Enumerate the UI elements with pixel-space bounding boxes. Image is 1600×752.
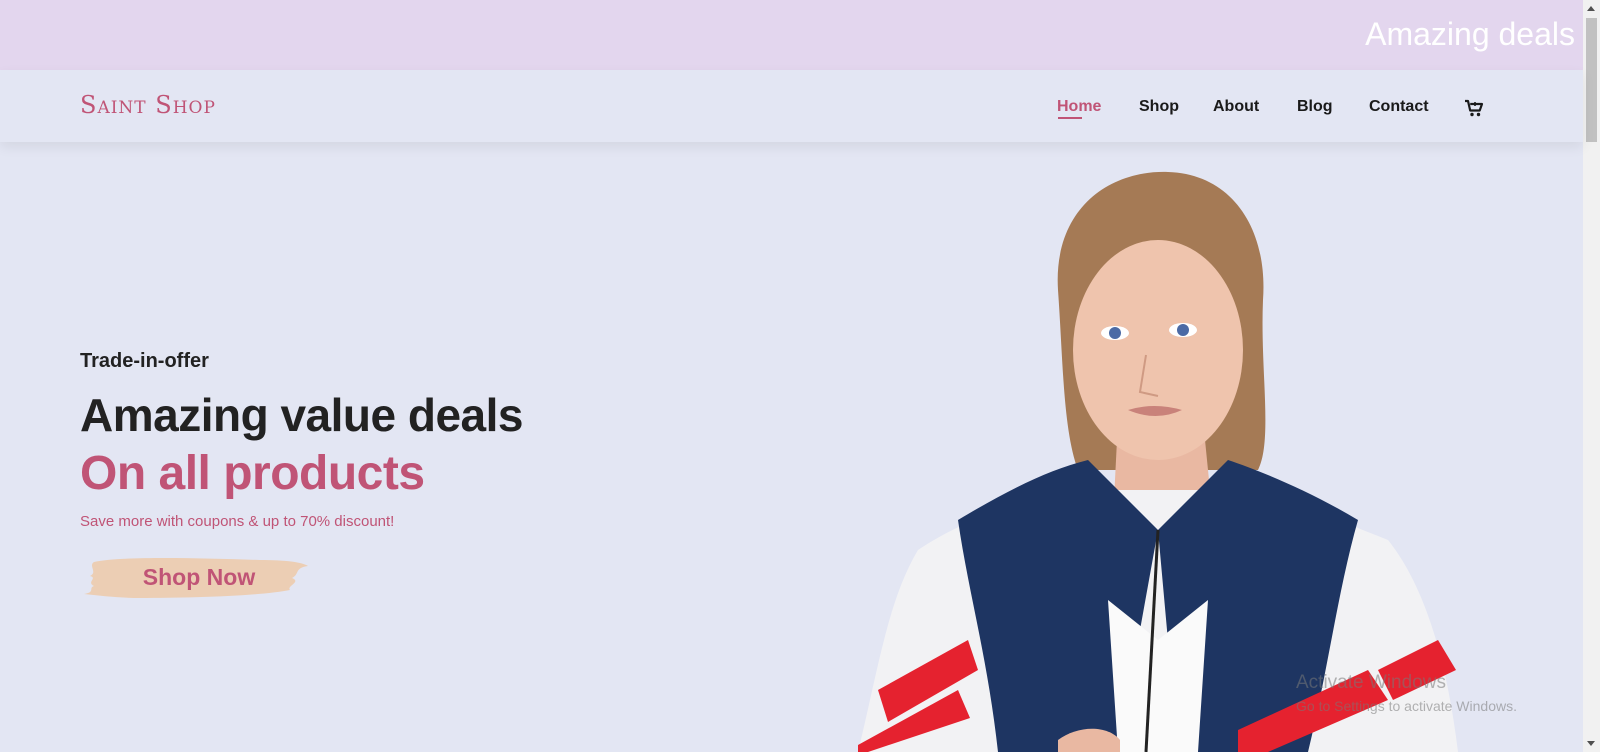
active-nav-indicator bbox=[1058, 117, 1082, 119]
hero-eyebrow: Trade-in-offer bbox=[80, 350, 209, 372]
nav-home[interactable]: Home bbox=[1057, 98, 1101, 116]
os-watermark-subtitle: Go to Settings to activate Windows. bbox=[1296, 698, 1517, 714]
shopping-cart-icon[interactable] bbox=[1464, 98, 1484, 118]
promo-bar: Amazing deals bbox=[0, 0, 1583, 70]
site-logo[interactable]: Saint Shop bbox=[80, 91, 216, 119]
scroll-down-arrow-icon[interactable] bbox=[1587, 741, 1595, 746]
hero-title: Amazing value deals bbox=[80, 389, 524, 441]
promo-text: Amazing deals bbox=[1365, 16, 1575, 52]
nav-blog[interactable]: Blog bbox=[1297, 98, 1333, 116]
shop-now-button[interactable]: Shop Now bbox=[80, 552, 310, 602]
nav-about[interactable]: About bbox=[1213, 98, 1259, 116]
hero-description: Save more with coupons & up to 70% disco… bbox=[80, 513, 395, 530]
hero-section: Trade-in-offer Amazing value deals On al… bbox=[0, 142, 1583, 752]
shop-now-label: Shop Now bbox=[142, 564, 256, 590]
fashion-model-image bbox=[858, 171, 1458, 752]
os-watermark-title: Activate Windows bbox=[1296, 672, 1446, 693]
scroll-up-arrow-icon[interactable] bbox=[1587, 6, 1595, 11]
vertical-scrollbar[interactable] bbox=[1583, 0, 1600, 752]
scroll-thumb[interactable] bbox=[1586, 18, 1597, 142]
nav-shop[interactable]: Shop bbox=[1139, 98, 1179, 116]
navbar: Saint Shop Home Shop About Blog Contact bbox=[0, 70, 1583, 142]
hero-title-accent: On all products bbox=[80, 447, 425, 500]
nav-contact[interactable]: Contact bbox=[1369, 98, 1429, 116]
